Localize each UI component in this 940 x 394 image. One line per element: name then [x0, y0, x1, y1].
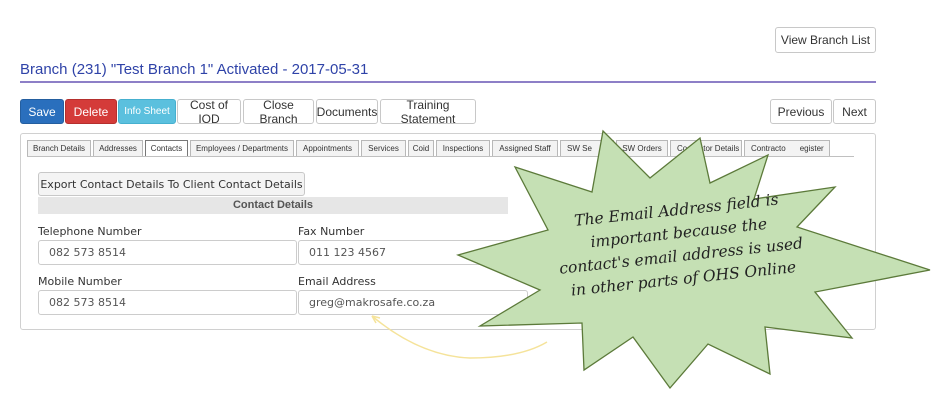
- callout-text: The Email Address field is important bec…: [530, 191, 830, 300]
